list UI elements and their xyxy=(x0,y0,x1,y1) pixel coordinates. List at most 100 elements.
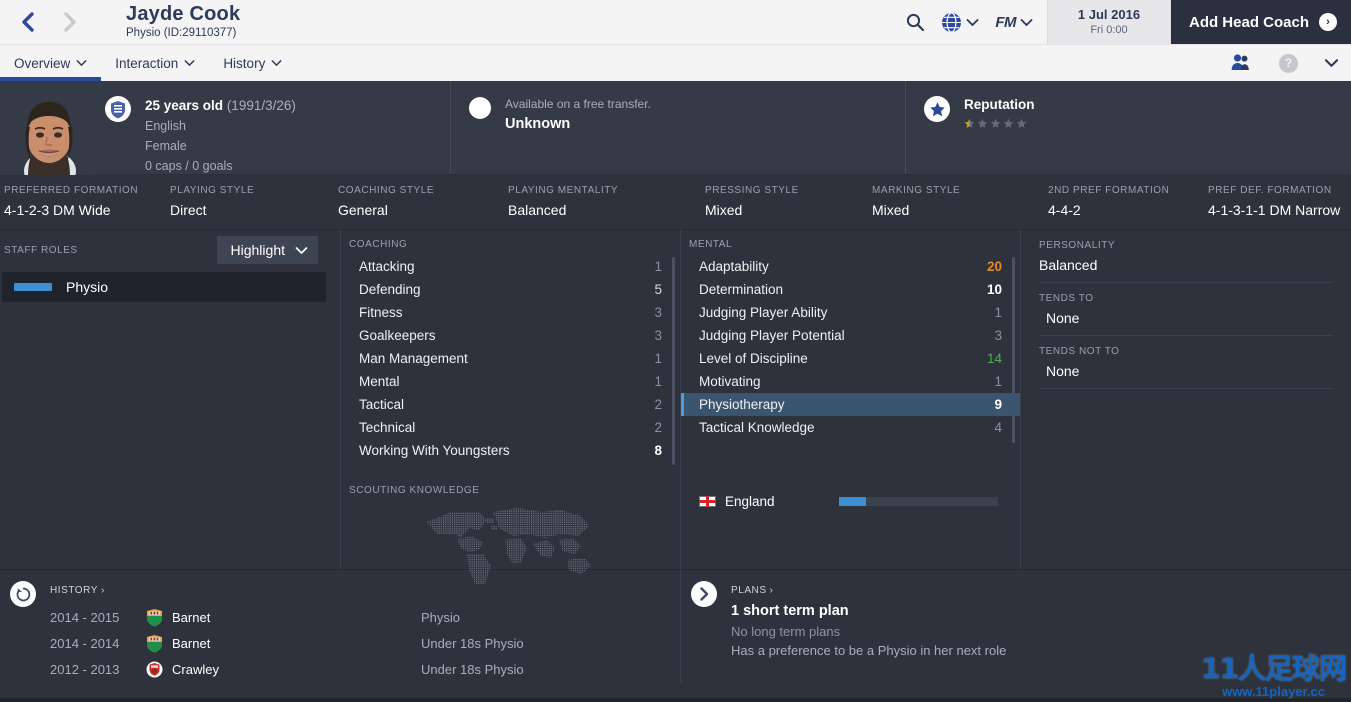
plans-header[interactable]: PLANS › xyxy=(731,585,773,596)
history-row[interactable]: 2014 - 2015 Barnet Physio xyxy=(50,604,680,630)
age-value: 25 years old xyxy=(145,98,224,113)
staff-roles-header: STAFF ROLES xyxy=(4,244,78,256)
history-role: Under 18s Physio xyxy=(421,635,524,651)
add-head-coach-label: Add Head Coach xyxy=(1188,13,1309,31)
mental-row-physiotherapy[interactable]: Physiotherapy 9 xyxy=(681,393,1020,416)
chevron-right-circle-icon[interactable] xyxy=(691,581,717,607)
top-icon-group: FM xyxy=(891,0,1047,44)
attr-label: PRESSING STYLE xyxy=(705,185,799,196)
forward-button[interactable] xyxy=(56,8,84,36)
mental-row[interactable]: Adaptability 20 xyxy=(681,255,1020,278)
tends-not-to-value: None xyxy=(1039,357,1333,389)
attr-label: PREF DEF. FORMATION xyxy=(1208,185,1332,196)
country-name: England xyxy=(725,493,775,509)
mental-row[interactable]: Motivating 1 xyxy=(681,370,1020,393)
barnet-badge-icon xyxy=(147,634,162,652)
history-row[interactable]: 2012 - 2013 Crawley Under 18s Physio xyxy=(50,656,680,682)
personality-label: PERSONALITY xyxy=(1039,240,1116,251)
mental-attr-name: Level of Discipline xyxy=(699,351,808,366)
coaching-row[interactable]: Goalkeepers 3 xyxy=(341,324,680,347)
profile-info: 25 years old (1991/3/26) English Female … xyxy=(95,81,296,176)
star-empty-icon xyxy=(1003,118,1014,128)
attr-value: General xyxy=(338,202,388,218)
coaching-row[interactable]: Mental 1 xyxy=(341,370,680,393)
highlight-dropdown[interactable]: Highlight xyxy=(216,236,318,264)
coaching-header: COACHING xyxy=(349,239,408,250)
personality-panel: PERSONALITY Balanced TENDS TO None TENDS… xyxy=(1020,230,1351,569)
main-content: STAFF ROLES Highlight Physio COACHING At… xyxy=(0,230,1351,584)
avatar xyxy=(8,85,90,175)
coaching-attr-value: 2 xyxy=(654,397,662,412)
coaching-row[interactable]: Tactical 2 xyxy=(341,393,680,416)
crawley-badge-icon xyxy=(146,661,163,677)
tab-history[interactable]: History xyxy=(209,45,296,81)
plans-header-chevron: › xyxy=(769,585,774,596)
globe-selector[interactable] xyxy=(941,11,979,33)
search-button[interactable] xyxy=(905,12,925,32)
coaching-row[interactable]: Working With Youngsters 8 xyxy=(341,439,680,462)
mental-attr-value: 14 xyxy=(986,351,1002,366)
subnav-right-icons: ? xyxy=(1229,53,1351,73)
history-header[interactable]: HISTORY › xyxy=(50,585,105,596)
history-header-chevron: › xyxy=(100,585,105,596)
coaching-row[interactable]: Attacking 1 xyxy=(341,255,680,278)
attributes-summary-bar: PREFERRED FORMATION 4-1-2-3 DM Wide PLAY… xyxy=(0,175,1351,230)
history-club: Barnet xyxy=(146,634,421,653)
staff-role-row[interactable]: Physio xyxy=(2,272,326,302)
tab-overview[interactable]: Overview xyxy=(0,45,102,81)
fm-menu[interactable]: FM xyxy=(995,14,1033,31)
attr-coaching-style: COACHING STYLE General xyxy=(338,183,508,229)
top-bar: Jayde Cook Physio (ID:29110377) FM 1 Jul… xyxy=(0,0,1351,44)
tab-interaction[interactable]: Interaction xyxy=(101,45,209,81)
history-table: 2014 - 2015 Barnet Physio 2014 - 2014 Ba… xyxy=(50,604,680,682)
history-body: HISTORY › 2014 - 2015 Barnet Physio 2014… xyxy=(50,580,680,683)
coaching-row[interactable]: Man Management 1 xyxy=(341,347,680,370)
history-club-name: Barnet xyxy=(172,635,211,651)
attr-preferred-formation: PREFERRED FORMATION 4-1-2-3 DM Wide xyxy=(0,183,170,229)
tab-interaction-label: Interaction xyxy=(115,55,179,71)
back-button[interactable] xyxy=(14,8,42,36)
coaching-attr-value: 3 xyxy=(654,328,662,343)
plans-short-term: 1 short term plan xyxy=(731,603,849,619)
plans-long-term: No long term plans xyxy=(731,624,841,639)
mental-attr-value: 20 xyxy=(986,259,1002,274)
coaching-row[interactable]: Fitness 3 xyxy=(341,301,680,324)
mental-row[interactable]: Level of Discipline 14 xyxy=(681,347,1020,370)
coaching-attr-name: Working With Youngsters xyxy=(359,443,510,458)
attr-value: 4-1-2-3 DM Wide xyxy=(4,202,111,218)
mental-row[interactable]: Judging Player Potential 3 xyxy=(681,324,1020,347)
help-button[interactable]: ? xyxy=(1279,53,1298,73)
mental-row[interactable]: Judging Player Ability 1 xyxy=(681,301,1020,324)
mental-row[interactable]: Tactical Knowledge 4 xyxy=(681,416,1020,439)
coaching-attr-name: Fitness xyxy=(359,305,403,320)
plans-header-label: PLANS xyxy=(731,585,767,596)
transfer-value: Unknown xyxy=(505,116,571,132)
plans-panel: PLANS › 1 short term plan No long term p… xyxy=(680,570,1351,683)
chevron-down-icon xyxy=(76,60,87,66)
mental-attr-name: Adaptability xyxy=(699,259,769,274)
history-clock-icon[interactable] xyxy=(10,581,36,607)
chevron-down-icon[interactable] xyxy=(1324,58,1339,68)
gender: Female xyxy=(145,139,187,153)
mental-attr-name: Determination xyxy=(699,282,784,297)
people-icon[interactable] xyxy=(1229,53,1253,73)
coaching-row[interactable]: Defending 5 xyxy=(341,278,680,301)
mental-row[interactable]: Determination 10 xyxy=(681,278,1020,301)
date-sub: Fri 0:00 xyxy=(1090,24,1128,36)
reputation-stars xyxy=(964,118,1035,129)
transfer-status-cell: Available on a free transfer. Unknown xyxy=(450,81,905,174)
attr-second-pref-formation: 2ND PREF FORMATION 4-4-2 xyxy=(1048,183,1208,229)
game-date[interactable]: 1 Jul 2016 Fri 0:00 xyxy=(1046,0,1171,44)
attr-playing-style: PLAYING STYLE Direct xyxy=(170,183,338,229)
profile-basic-cell: 25 years old (1991/3/26) English Female … xyxy=(0,81,450,176)
add-head-coach-button[interactable]: Add Head Coach › xyxy=(1170,0,1351,44)
scouting-header: SCOUTING KNOWLEDGE xyxy=(349,485,480,496)
fm-logo: FM xyxy=(995,13,1016,31)
history-header-label: HISTORY xyxy=(50,585,98,596)
history-row[interactable]: 2014 - 2014 Barnet Under 18s Physio xyxy=(50,630,680,656)
attr-label: PREFERRED FORMATION xyxy=(4,185,139,196)
tends-not-to-label: TENDS NOT TO xyxy=(1039,346,1120,357)
attr-marking-style: MARKING STYLE Mixed xyxy=(872,183,1048,229)
coaching-row[interactable]: Technical 2 xyxy=(341,416,680,439)
history-club-name: Barnet xyxy=(172,609,211,625)
